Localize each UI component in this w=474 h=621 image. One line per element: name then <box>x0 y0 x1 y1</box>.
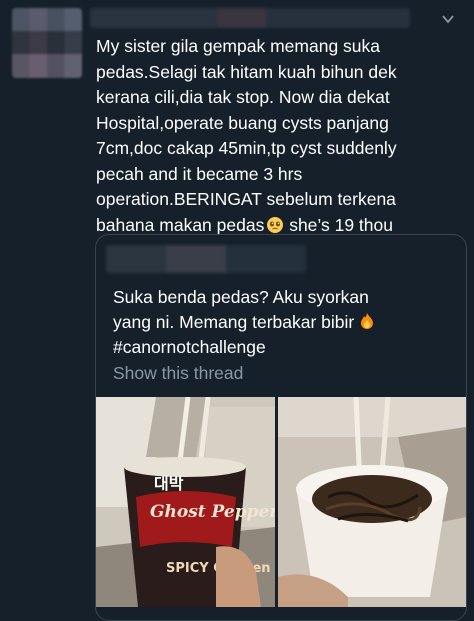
cup-text-top: 대박 <box>154 474 184 493</box>
fire-emoji <box>359 312 375 332</box>
photo-noodle-cup-open[interactable] <box>278 397 466 607</box>
quoted-tweet[interactable]: Suka benda pedas? Aku syorkan yang ni. M… <box>95 234 467 621</box>
quoted-tweet-text: Suka benda pedas? Aku syorkan yang ni. M… <box>113 285 453 360</box>
author-name-blurred[interactable] <box>90 8 410 28</box>
tweet-body: My sister gila gempak memang suka pedas.… <box>96 36 397 235</box>
cup-text-mid: Ghost Pepper <box>150 502 275 522</box>
tweet-text: My sister gila gempak memang suka pedas.… <box>96 34 466 238</box>
pleading-face-emoji <box>264 215 284 235</box>
chevron-down-icon[interactable] <box>440 12 456 28</box>
tweet-tail: she’s 19 thou <box>284 214 393 235</box>
hashtag-link[interactable]: #canornotchallenge <box>113 337 266 357</box>
quoted-author-blurred[interactable] <box>106 245 306 273</box>
show-thread-link[interactable]: Show this thread <box>113 363 243 384</box>
avatar[interactable] <box>12 8 82 78</box>
photo-noodle-cup-sealed[interactable]: 대박 Ghost Pepper SPICY Chicken <box>96 397 275 607</box>
quoted-body: Suka benda pedas? Aku syorkan yang ni. M… <box>113 287 369 332</box>
